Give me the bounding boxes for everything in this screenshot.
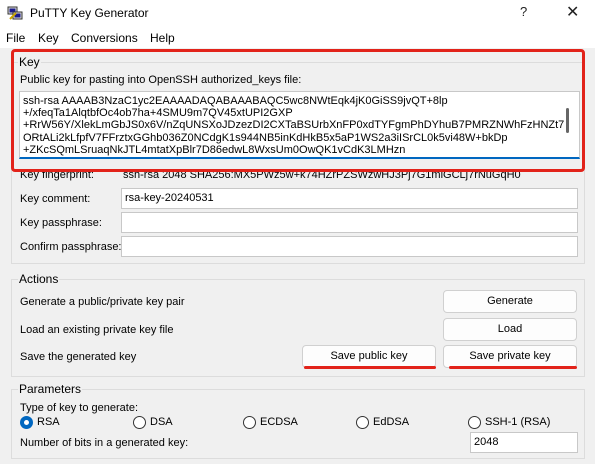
load-button[interactable]: Load xyxy=(443,318,577,341)
generate-button[interactable]: Generate xyxy=(443,290,577,313)
radio-rsa[interactable] xyxy=(20,416,33,429)
load-description: Load an existing private key file xyxy=(20,324,174,336)
comment-label: Key comment: xyxy=(20,193,91,205)
menu-file[interactable]: File xyxy=(6,31,25,45)
menu-key[interactable]: Key xyxy=(38,31,59,45)
public-key-scrollbar[interactable] xyxy=(566,108,569,133)
fingerprint-label: Key fingerprint: xyxy=(20,169,94,181)
public-key-line: ssh-rsa AAAAB3NzaC1yc2EAAAADAQABAAABAQC5… xyxy=(23,95,448,107)
public-key-label: Public key for pasting into OpenSSH auth… xyxy=(20,74,302,86)
radio-eddsa[interactable] xyxy=(356,416,369,429)
annotation-underline xyxy=(304,366,436,369)
save-public-key-button[interactable]: Save public key xyxy=(302,345,436,368)
save-description: Save the generated key xyxy=(20,351,137,363)
confirm-passphrase-field[interactable] xyxy=(121,236,578,257)
radio-ssh1-rsa[interactable] xyxy=(468,416,481,429)
title-bar: PuTTY Key Generator ? ✕ xyxy=(0,0,595,28)
radio-ssh1-rsa-label: SSH-1 (RSA) xyxy=(485,416,551,428)
menu-bar: File Key Conversions Help xyxy=(0,28,595,48)
radio-eddsa-label: EdDSA xyxy=(373,416,410,428)
close-icon[interactable]: ✕ xyxy=(566,2,579,22)
radio-dsa[interactable] xyxy=(133,416,146,429)
passphrase-field[interactable] xyxy=(121,212,578,233)
radio-ecdsa-label: ECDSA xyxy=(260,416,298,428)
key-type-label: Type of key to generate: xyxy=(20,402,139,414)
generate-description: Generate a public/private key pair xyxy=(20,296,185,308)
actions-group-label: Actions xyxy=(18,272,60,286)
parameters-group-label: Parameters xyxy=(18,382,83,396)
public-key-line: ORtALi2kLfpfV7FFrztxGGhb036Z0NCdgK1s944N… xyxy=(23,132,508,144)
radio-ecdsa[interactable] xyxy=(243,416,256,429)
window-title: PuTTY Key Generator xyxy=(30,6,149,20)
public-key-line: +ZKcSQmLSruaqNkJTL4mtatXpBlr7D86edwL8Wxs… xyxy=(23,144,406,156)
bits-field[interactable]: 2048 xyxy=(470,432,578,453)
comment-field[interactable]: rsa-key-20240531 xyxy=(121,188,578,209)
confirm-passphrase-label: Confirm passphrase: xyxy=(20,241,122,253)
bits-label: Number of bits in a generated key: xyxy=(20,437,189,449)
radio-rsa-label: RSA xyxy=(37,416,60,428)
passphrase-label: Key passphrase: xyxy=(20,217,102,229)
public-key-line: +/xfeqTa1AlqtbfOc4ob7ha+4SMU9m7QV45xtUPI… xyxy=(23,107,293,119)
radio-dsa-label: DSA xyxy=(150,416,173,428)
save-private-key-button[interactable]: Save private key xyxy=(443,345,577,368)
fingerprint-field[interactable]: ssh-rsa 2048 SHA256:MX5PWz5w+k74HZrPZSWz… xyxy=(123,169,521,181)
public-key-line: +RrW56Y/XlekLmGbJS0x6V/nZqUNSXoJDzezDI2C… xyxy=(23,119,565,131)
help-button[interactable]: ? xyxy=(520,4,527,19)
menu-conversions[interactable]: Conversions xyxy=(71,31,138,45)
putty-keygen-icon xyxy=(7,6,23,20)
annotation-underline xyxy=(449,366,577,369)
menu-help[interactable]: Help xyxy=(150,31,175,45)
key-group-label: Key xyxy=(18,55,41,69)
public-key-textarea[interactable]: ssh-rsa AAAAB3NzaC1yc2EAAAADAQABAAABAQC5… xyxy=(19,91,580,159)
